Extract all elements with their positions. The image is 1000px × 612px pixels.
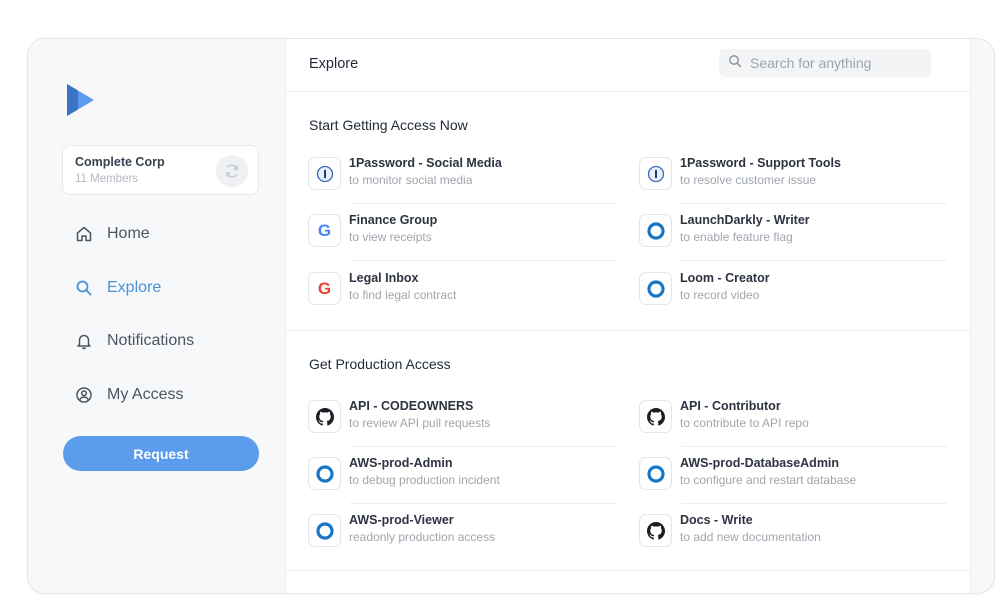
item-description: to find legal contract xyxy=(349,288,457,302)
item-name: Loom - Creator xyxy=(680,271,770,285)
section-production-access: Get Production Access API - CODEOWNERS t… xyxy=(286,331,970,571)
list-item[interactable]: API - CODEOWNERS to review API pull requ… xyxy=(308,397,616,447)
list-item[interactable]: 1Password - Support Tools to resolve cus… xyxy=(639,154,947,204)
1password-icon xyxy=(639,157,672,190)
item-description: to monitor social media xyxy=(349,173,473,187)
item-description: to record video xyxy=(680,288,760,302)
switch-org-icon[interactable] xyxy=(216,155,248,187)
list-item[interactable]: G Finance Group to view receipts xyxy=(308,211,616,261)
sidebar-item-notifications[interactable]: Notifications xyxy=(62,321,262,361)
github-icon xyxy=(308,400,341,433)
org-switcher[interactable]: Complete Corp 11 Members xyxy=(62,145,259,195)
sidebar-item-my-access[interactable]: My Access xyxy=(62,375,262,415)
list-item[interactable]: Docs - Write to add new documentation xyxy=(639,511,947,561)
1password-icon xyxy=(308,157,341,190)
sidebar: Complete Corp 11 Members Home Explore No… xyxy=(28,39,285,593)
list-item[interactable]: Loom - Creator to record video xyxy=(639,269,947,319)
item-description: to resolve customer issue xyxy=(680,173,817,187)
github-icon xyxy=(639,514,672,547)
google-icon: G xyxy=(308,272,341,305)
search-icon xyxy=(74,278,94,298)
list-item[interactable]: API - Contributor to contribute to API r… xyxy=(639,397,947,447)
ring-icon xyxy=(308,514,341,547)
list-item[interactable]: LaunchDarkly - Writer to enable feature … xyxy=(639,211,947,261)
sidebar-item-label: Notifications xyxy=(107,332,195,349)
item-description: to review API pull requests xyxy=(349,416,491,430)
search-box[interactable] xyxy=(719,49,931,77)
list-item[interactable]: 1Password - Social Media to monitor soci… xyxy=(308,154,616,204)
ring-icon xyxy=(308,457,341,490)
item-description: to enable feature flag xyxy=(680,230,793,244)
item-name: LaunchDarkly - Writer xyxy=(680,213,810,227)
user-circle-icon xyxy=(74,385,94,405)
list-item[interactable]: AWS-prod-Admin to debug production incid… xyxy=(308,454,616,504)
item-description: to debug production incident xyxy=(349,473,500,487)
item-description: to configure and restart database xyxy=(680,473,857,487)
item-name: API - Contributor xyxy=(680,399,781,413)
request-button[interactable]: Request xyxy=(63,436,259,471)
org-member-count: 11 Members xyxy=(75,173,139,185)
section-start-access: Start Getting Access Now 1Password - Soc… xyxy=(286,92,970,331)
list-item[interactable]: AWS-prod-DatabaseAdmin to configure and … xyxy=(639,454,947,504)
item-name: 1Password - Support Tools xyxy=(680,156,841,170)
ring-icon xyxy=(639,457,672,490)
main-panel: Explore Start Getting Access Now xyxy=(285,39,971,593)
app-logo-icon[interactable] xyxy=(64,84,96,116)
item-name: AWS-prod-Admin xyxy=(349,456,453,470)
item-name: API - CODEOWNERS xyxy=(349,399,474,413)
github-icon xyxy=(639,400,672,433)
search-icon xyxy=(728,54,742,73)
app-window: Complete Corp 11 Members Home Explore No… xyxy=(27,38,995,594)
list-item[interactable]: AWS-prod-Viewer readonly production acce… xyxy=(308,511,616,561)
sidebar-item-label: Explore xyxy=(107,278,162,296)
item-name: AWS-prod-Viewer xyxy=(349,513,454,527)
next-section-edge xyxy=(286,571,970,593)
item-description: readonly production access xyxy=(349,530,496,544)
search-input[interactable] xyxy=(750,55,920,71)
item-description: to view receipts xyxy=(349,230,432,244)
list-item[interactable]: G Legal Inbox to find legal contract xyxy=(308,269,616,319)
item-name: AWS-prod-DatabaseAdmin xyxy=(680,456,840,470)
sidebar-nav: Home Explore Notifications My Access xyxy=(62,214,262,428)
item-name: 1Password - Social Media xyxy=(349,156,502,170)
section-title: Start Getting Access Now xyxy=(309,117,468,133)
item-name: Docs - Write xyxy=(680,513,753,527)
sidebar-item-explore[interactable]: Explore xyxy=(62,268,262,308)
main-header: Explore xyxy=(286,39,970,92)
sidebar-item-home[interactable]: Home xyxy=(62,214,262,254)
item-description: to contribute to API repo xyxy=(680,416,809,430)
section-title: Get Production Access xyxy=(309,356,451,372)
item-name: Finance Group xyxy=(349,213,438,227)
home-icon xyxy=(74,224,94,244)
sidebar-item-label: Home xyxy=(107,225,150,242)
sidebar-item-label: My Access xyxy=(107,385,184,403)
page-title: Explore xyxy=(309,56,359,72)
google-icon: G xyxy=(308,214,341,247)
ring-icon xyxy=(639,214,672,247)
item-description: to add new documentation xyxy=(680,530,821,544)
bell-icon xyxy=(74,331,94,351)
org-name: Complete Corp xyxy=(75,155,165,169)
ring-icon xyxy=(639,272,672,305)
item-name: Legal Inbox xyxy=(349,271,419,285)
